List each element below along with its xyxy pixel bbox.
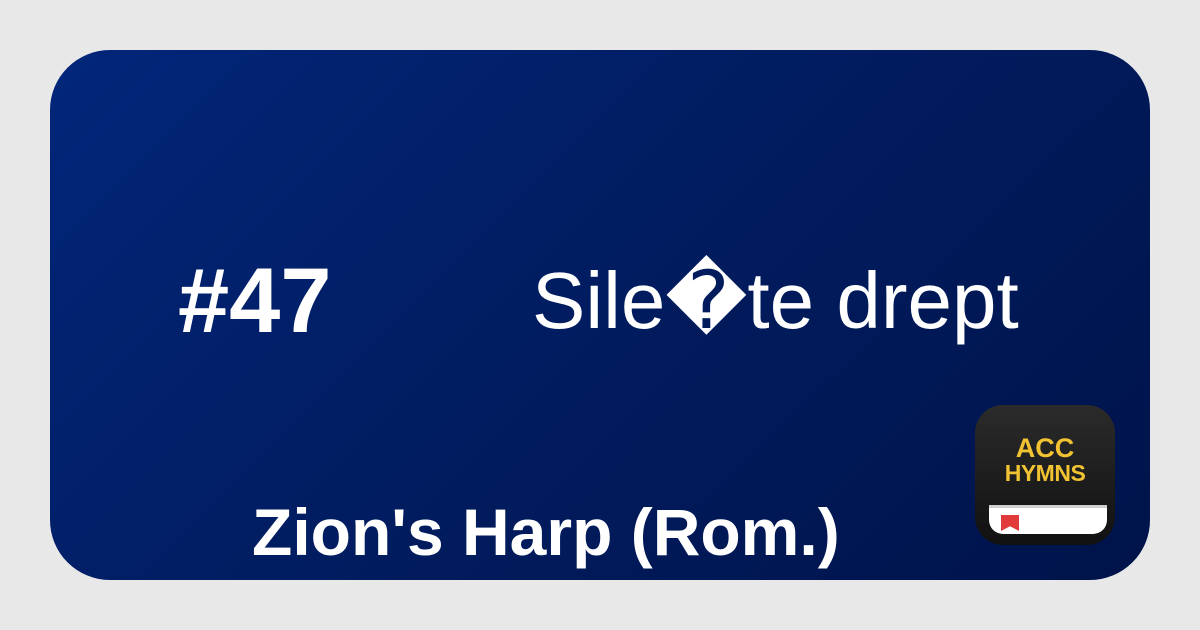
acc-hymns-logo: ACC HYMNS	[975, 405, 1115, 545]
hymn-number: #47	[178, 250, 332, 352]
logo-text-hymns: HYMNS	[1004, 460, 1086, 486]
hymn-title: Sile�te drept	[532, 256, 1019, 345]
hymnbook-name: Zion's Harp (Rom.)	[252, 495, 840, 569]
